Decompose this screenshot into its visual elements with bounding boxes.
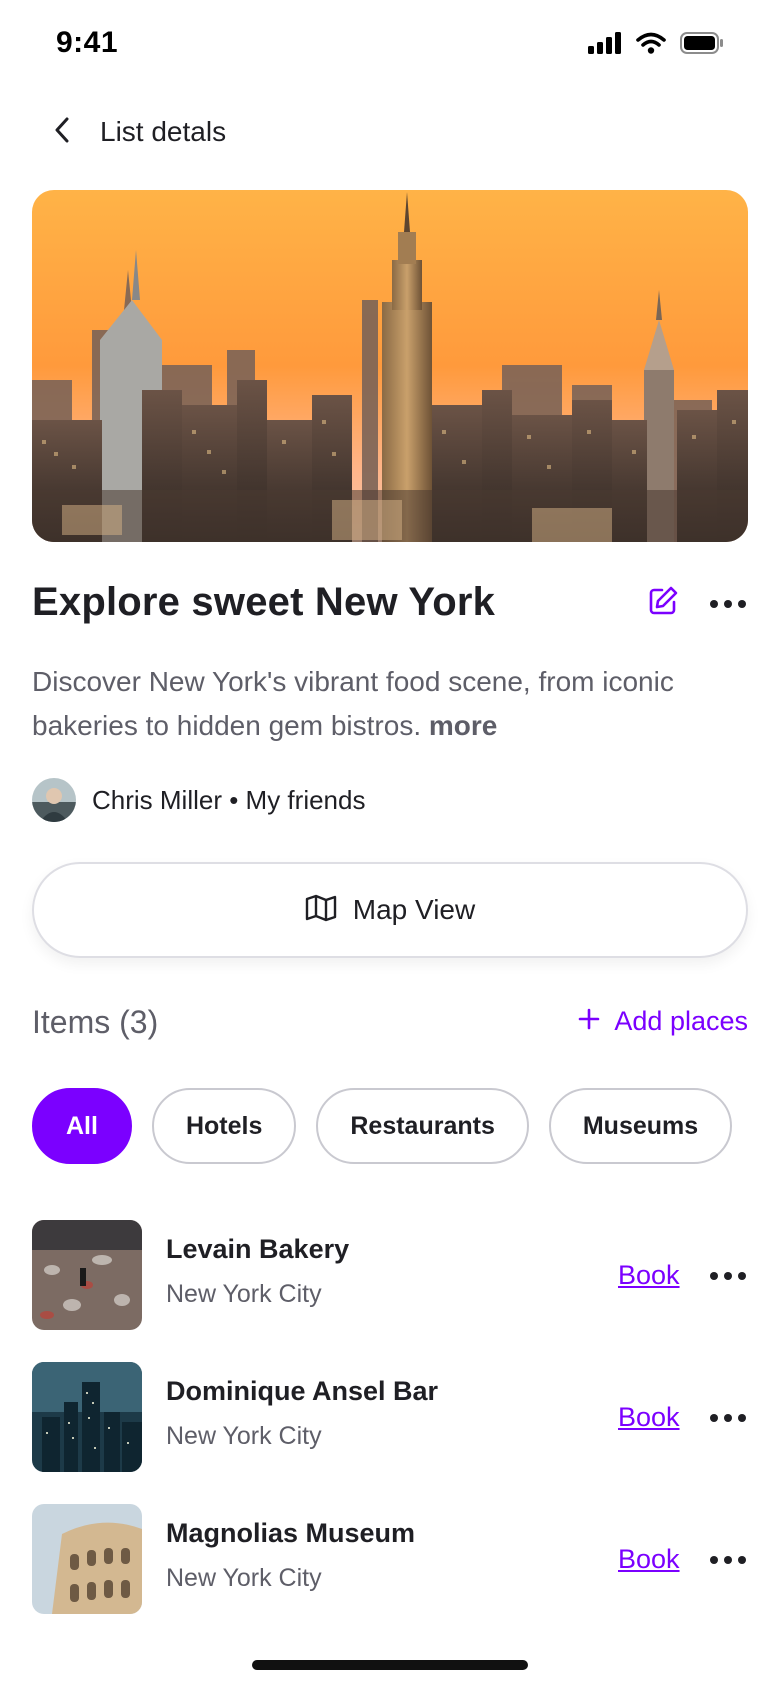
items-heading: Items (3) (32, 1004, 159, 1040)
filter-chip-museums[interactable]: Museums (548, 1088, 733, 1164)
item-thumbnail (32, 1220, 142, 1330)
more-horizontal-icon (708, 1414, 748, 1434)
item-more-button[interactable] (708, 1548, 748, 1572)
description-text: Discover New York's vibrant food scene, … (32, 666, 674, 741)
item-thumbnail (32, 1504, 142, 1614)
list-item[interactable]: Dominique Ansel Bar New York City Book (32, 1362, 748, 1472)
item-city: New York City (166, 1280, 322, 1308)
edit-button[interactable] (646, 584, 680, 618)
header: List detals (0, 108, 780, 158)
wifi-icon (636, 32, 666, 59)
list-more-button[interactable] (708, 592, 748, 616)
more-horizontal-icon (708, 600, 748, 620)
item-name: Magnolias Museum (166, 1518, 416, 1548)
items-list: Levain Bakery New York City Book Dominiq… (32, 1220, 748, 1646)
list-item[interactable]: Levain Bakery New York City Book (32, 1220, 748, 1330)
status-icons (588, 32, 724, 59)
status-bar: 9:41 (0, 0, 780, 90)
description-more-link[interactable]: more (429, 710, 497, 741)
add-places-label: Add places (614, 1006, 748, 1036)
item-thumbnail (32, 1362, 142, 1472)
filter-chip-all[interactable]: All (32, 1088, 132, 1164)
edit-pencil-icon (646, 586, 680, 622)
back-button[interactable] (44, 114, 80, 150)
book-link[interactable]: Book (618, 1544, 680, 1575)
more-horizontal-icon (708, 1556, 748, 1576)
add-places-button[interactable]: Add places (578, 1006, 748, 1037)
page-title: List detals (100, 116, 227, 147)
item-name: Levain Bakery (166, 1234, 350, 1264)
home-indicator (252, 1660, 528, 1670)
map-view-button[interactable]: Map View (32, 862, 748, 958)
status-time: 9:41 (56, 26, 119, 59)
cellular-signal-icon (588, 32, 622, 59)
filter-chip-restaurants[interactable]: Restaurants (316, 1088, 529, 1164)
owner-text: Chris Miller • My friends (92, 784, 366, 815)
more-horizontal-icon (708, 1272, 748, 1292)
list-item[interactable]: Magnolias Museum New York City Book (32, 1504, 748, 1614)
chevron-left-icon (52, 116, 72, 149)
item-city: New York City (166, 1564, 322, 1592)
avatar (32, 778, 76, 822)
map-view-label: Map View (352, 894, 476, 925)
plus-icon (578, 1006, 600, 1037)
book-link[interactable]: Book (618, 1260, 680, 1291)
item-more-button[interactable] (708, 1264, 748, 1288)
filter-chip-hotels[interactable]: Hotels (151, 1088, 297, 1164)
filter-chips: All Hotels Restaurants Museums (32, 1088, 748, 1164)
hero-image (32, 190, 748, 542)
list-title: Explore sweet New York (32, 580, 496, 624)
map-icon (305, 894, 337, 927)
owner-row: Chris Miller • My friends (32, 778, 365, 822)
list-description: Discover New York's vibrant food scene, … (32, 660, 752, 748)
battery-icon (680, 32, 724, 59)
item-name: Dominique Ansel Bar (166, 1376, 439, 1406)
book-link[interactable]: Book (618, 1402, 680, 1433)
item-more-button[interactable] (708, 1406, 748, 1430)
item-city: New York City (166, 1422, 322, 1450)
